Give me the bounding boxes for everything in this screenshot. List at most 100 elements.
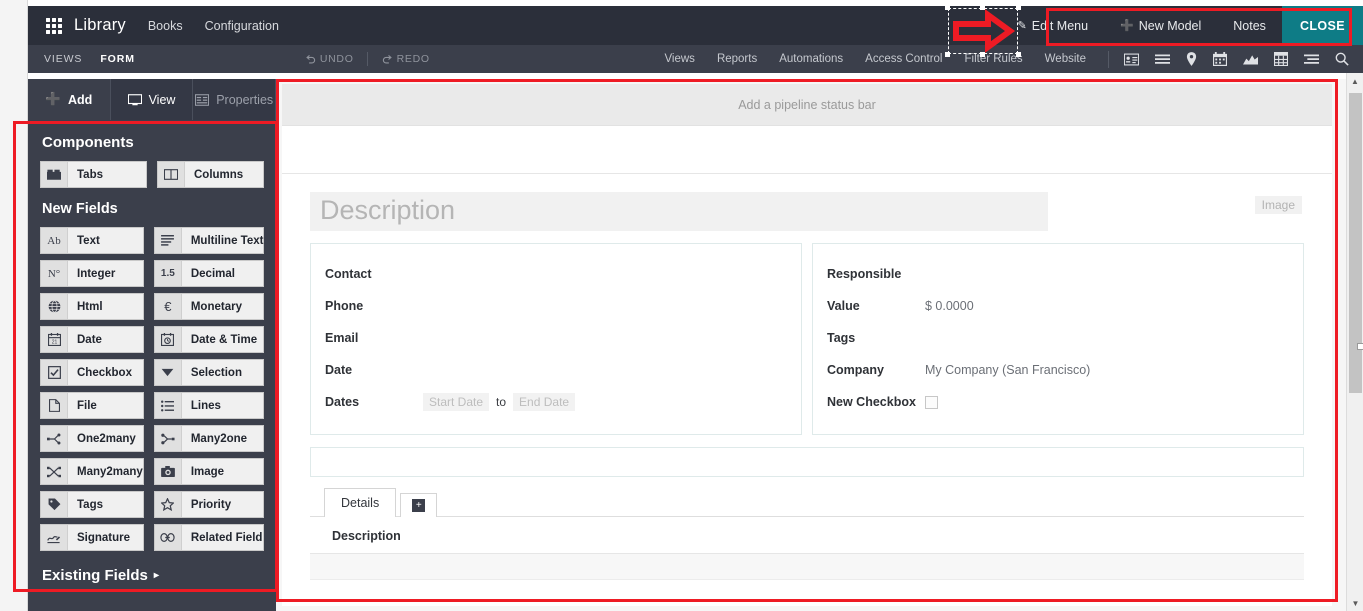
pivot-grid-icon[interactable] [1274, 52, 1288, 66]
form-title-row[interactable] [282, 126, 1332, 174]
search-icon[interactable] [1335, 52, 1349, 66]
apps-grid-icon[interactable] [46, 17, 62, 34]
pipeline-status-bar-dropzone[interactable]: Add a pipeline status bar [282, 84, 1332, 126]
field-row-date[interactable]: Date [325, 354, 787, 386]
field-one2many[interactable]: One2many [40, 425, 144, 452]
field-row-tags[interactable]: Tags [827, 322, 1289, 354]
page-left-divider [27, 0, 28, 611]
field-priority[interactable]: Priority [153, 491, 265, 518]
field-many2many[interactable]: Many2many [40, 458, 144, 485]
components-grid: Tabs Columns [40, 161, 264, 188]
toolbar-link-reports[interactable]: Reports [717, 53, 757, 65]
sidebar-tab-properties[interactable]: Properties [193, 79, 277, 120]
field-monetary-label: Monetary [190, 300, 242, 313]
field-file-label: File [77, 399, 97, 412]
label-contact: Contact [325, 267, 372, 281]
multiline-text-icon [154, 228, 182, 253]
field-row-company[interactable]: Company My Company (San Francisco) [827, 354, 1289, 386]
add-tab-button[interactable]: + [400, 493, 438, 517]
start-date-input[interactable]: Start Date [423, 393, 490, 411]
label-phone: Phone [325, 299, 364, 313]
field-html-label: Html [77, 300, 103, 313]
field-text[interactable]: Ab Text [40, 227, 144, 254]
field-row-contact[interactable]: Contact [325, 258, 787, 290]
field-many2one[interactable]: Many2one [153, 425, 265, 452]
field-selection[interactable]: Selection [153, 359, 265, 386]
field-integer-label: Integer [77, 267, 116, 280]
field-related-field[interactable]: Related Field [153, 524, 265, 551]
toolbar-link-filter-rules[interactable]: Filter Rules [965, 53, 1023, 65]
field-row-dates[interactable]: Dates Start Date to End Date [325, 386, 787, 418]
nav-item-configuration[interactable]: Configuration [205, 19, 279, 33]
kanban-card-icon[interactable] [1124, 53, 1139, 66]
plus-icon: ➕ [1120, 20, 1134, 32]
nav-item-books[interactable]: Books [148, 19, 183, 33]
one2many-icon [41, 426, 68, 451]
scroll-up-arrow[interactable]: ▲ [1347, 73, 1363, 89]
field-decimal[interactable]: 1.5 Decimal [153, 260, 265, 287]
field-row-value[interactable]: Value $ 0.0000 [827, 290, 1289, 322]
undo-button[interactable]: UNDO [305, 53, 354, 65]
toolbar-form-tab[interactable]: FORM [100, 53, 135, 65]
image-field-placeholder[interactable]: Image [1254, 196, 1302, 214]
field-lines-label: Lines [190, 399, 221, 412]
notes-button[interactable]: Notes [1217, 6, 1282, 45]
list-icon[interactable] [1155, 53, 1170, 66]
sidebar-tab-add-label: Add [67, 92, 93, 107]
empty-dropzone[interactable] [310, 447, 1304, 477]
field-lines[interactable]: Lines [153, 392, 265, 419]
close-button[interactable]: CLOSE [1281, 6, 1363, 45]
toolbar-link-automations[interactable]: Automations [779, 53, 843, 65]
form-column-left[interactable]: Contact Phone Email Date Dates Start Dat… [310, 243, 802, 435]
field-tags[interactable]: Tags [40, 491, 144, 518]
toolbar-link-website[interactable]: Website [1045, 53, 1086, 65]
field-row-email[interactable]: Email [325, 322, 787, 354]
field-image[interactable]: Image [153, 458, 265, 485]
view-toolbar: VIEWS FORM UNDO REDO Views Reports Autom… [28, 45, 1363, 73]
map-pin-icon[interactable] [1186, 52, 1197, 66]
form-sheet: Add a pipeline status bar Description Im… [282, 84, 1332, 606]
sidebar-tab-add[interactable]: ➕ Add [28, 79, 111, 120]
page-left-margin [0, 0, 28, 611]
toolbar-link-views[interactable]: Views [664, 53, 694, 65]
app-brand-library[interactable]: Library [74, 16, 126, 35]
existing-fields-toggle[interactable]: Existing Fields ▸ [42, 567, 264, 584]
field-date-time[interactable]: Date & Time [153, 326, 265, 353]
field-html[interactable]: Html [40, 293, 144, 320]
end-date-input[interactable]: End Date [513, 393, 576, 411]
field-date[interactable]: 21 Date [40, 326, 144, 353]
star-icon [154, 492, 182, 517]
field-signature[interactable]: Signature [40, 524, 144, 551]
components-heading: Components [42, 134, 134, 151]
sidebar-tabs: ➕ Add View Properties [28, 79, 277, 120]
field-row-responsible[interactable]: Responsible [827, 258, 1289, 290]
component-tabs[interactable]: Tabs [40, 161, 147, 188]
new-model-button[interactable]: ➕ New Model [1104, 6, 1217, 45]
vertical-scrollbar[interactable]: ▲ ▼ [1346, 73, 1363, 611]
selection-handle-bl [945, 52, 950, 57]
toolbar-link-access-control[interactable]: Access Control [865, 53, 942, 65]
gantt-icon[interactable] [1304, 53, 1319, 66]
scrollbar-resize-grip[interactable] [1357, 343, 1363, 350]
notebook-tab-details[interactable]: Details [324, 488, 397, 517]
activity-graph-icon[interactable] [1243, 53, 1258, 66]
field-file[interactable]: File [40, 392, 144, 419]
sidebar-tab-view[interactable]: View [110, 79, 194, 120]
form-column-right[interactable]: Responsible Value $ 0.0000 Tags Company … [812, 243, 1304, 435]
field-multiline-text[interactable]: Multiline Text [153, 227, 265, 254]
description-title[interactable]: Description [310, 192, 1048, 231]
new-checkbox-input[interactable] [925, 395, 938, 409]
redo-button[interactable]: REDO [382, 53, 430, 65]
field-row-new-checkbox[interactable]: New Checkbox [827, 386, 1289, 418]
field-monetary[interactable]: € Monetary [153, 293, 265, 320]
scroll-down-arrow[interactable]: ▼ [1347, 595, 1363, 611]
calendar-icon: 21 [41, 327, 68, 352]
label-value: Value [827, 299, 860, 313]
calendar-icon[interactable] [1213, 52, 1227, 66]
component-columns[interactable]: Columns [157, 161, 264, 188]
field-checkbox[interactable]: Checkbox [40, 359, 144, 386]
field-row-phone[interactable]: Phone [325, 290, 787, 322]
redo-label: REDO [396, 53, 430, 65]
undo-arrow-icon [306, 54, 315, 63]
field-integer[interactable]: N° Integer [40, 260, 144, 287]
